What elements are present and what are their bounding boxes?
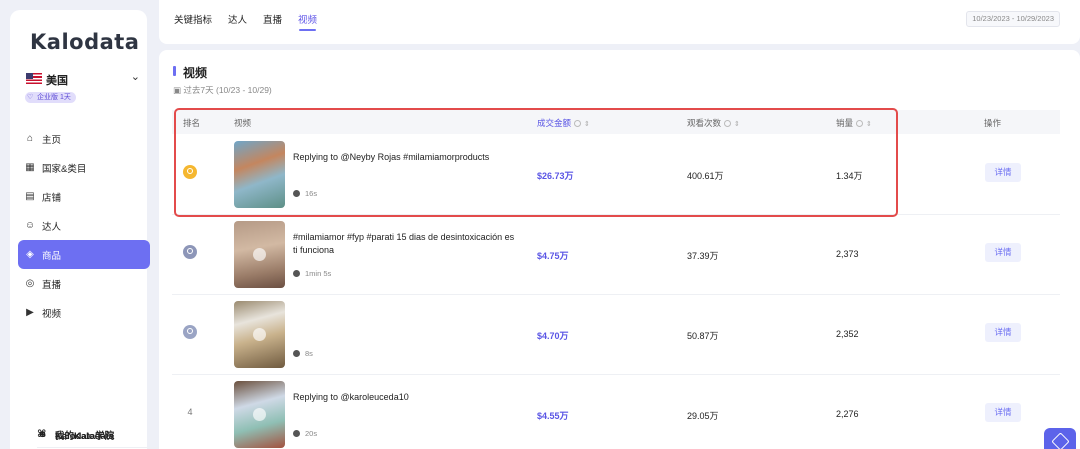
us-flag-icon	[26, 73, 42, 84]
duration-text: 1min 5s	[305, 269, 332, 278]
gmv-value: $4.55万	[537, 411, 569, 421]
video-title[interactable]: Replying to @karoleuceda10	[293, 391, 515, 404]
gmv-value: $4.70万	[537, 331, 569, 341]
clock-icon	[293, 270, 300, 277]
silver-medal-icon	[183, 245, 197, 259]
header-action: 操作	[984, 118, 1002, 128]
sales-value: 2,373	[836, 249, 859, 259]
bronze-medal-icon	[183, 325, 197, 339]
duration-text: 20s	[305, 429, 318, 438]
detail-button[interactable]: 详情	[985, 243, 1021, 262]
video-thumbnail[interactable]	[234, 381, 285, 448]
home-icon: ⌂	[26, 133, 34, 144]
sales-value: 2,352	[836, 329, 859, 339]
region-selector[interactable]: 美国 ⌄	[26, 71, 140, 90]
academy-icon: ⌘	[37, 429, 47, 440]
video-duration: 8s	[293, 349, 313, 358]
sidebar-item-label: 视频	[42, 308, 62, 320]
section-title: 视频	[173, 64, 207, 81]
period-text: 过去7天 (10/23 - 10/29)	[183, 85, 272, 95]
views-value: 37.39万	[687, 251, 719, 261]
chevron-down-icon: ⌄	[130, 71, 140, 83]
detail-button[interactable]: 详情	[985, 403, 1021, 422]
sidebar: Kalodata 美国 ⌄ 企业版 1天 ⌂ 主页 ▦ 国家&类目 ▤ 店铺 ☺…	[10, 10, 925, 449]
sidebar-item-creator[interactable]: ☺ 达人	[18, 211, 150, 240]
duration-text: 8s	[305, 349, 313, 358]
video-thumbnail[interactable]	[234, 301, 285, 368]
sidebar-item-product[interactable]: ◈ 商品	[18, 240, 150, 269]
tab-creators[interactable]: 达人	[228, 12, 247, 26]
tab-videos[interactable]: 视频	[298, 12, 317, 31]
views-value: 29.05万	[687, 411, 719, 421]
rank-number: 4	[187, 407, 193, 417]
date-range-picker[interactable]: 10/23/2023 - 10/29/2023	[966, 11, 1060, 27]
box-icon: ◈	[26, 249, 34, 260]
tab-live[interactable]: 直播	[263, 12, 282, 26]
video-thumbnail[interactable]	[234, 221, 285, 288]
edition-badge: 企业版 1天	[25, 92, 76, 103]
sidebar-item-home[interactable]: ⌂ 主页	[18, 124, 150, 153]
floating-cube-button[interactable]	[1044, 428, 1076, 449]
top-tab-bar: 关键指标 达人 直播 视频 10/23/2023 - 10/29/2023	[159, 0, 1080, 44]
clock-icon	[293, 350, 300, 357]
sidebar-item-video[interactable]: ▶ 视频	[18, 298, 150, 327]
sidebar-item-label: Kalodata学院	[55, 430, 115, 442]
detail-button[interactable]: 详情	[985, 163, 1021, 182]
video-title[interactable]: #milamiamor #fyp #parati 15 dias de desi…	[293, 231, 515, 257]
sidebar-nav: ⌂ 主页 ▦ 国家&类目 ▤ 店铺 ☺ 达人 ◈ 商品 ◎ 直播 ▶ 视频	[18, 124, 150, 327]
play-icon	[253, 328, 266, 341]
calendar-icon: ▣	[173, 85, 184, 95]
tab-key-metrics[interactable]: 关键指标	[174, 12, 212, 26]
views-value: 50.87万	[687, 331, 719, 341]
clock-icon	[293, 430, 300, 437]
table-row[interactable]: #milamiamor #fyp #parati 15 dias de desi…	[172, 215, 1060, 295]
live-icon: ◎	[25, 278, 35, 289]
sales-value: 2,276	[836, 409, 859, 419]
detail-button[interactable]: 详情	[985, 323, 1021, 342]
play-icon	[253, 408, 266, 421]
video-duration: 1min 5s	[293, 269, 331, 278]
building-icon: ▦	[25, 162, 35, 173]
sidebar-item-label: 店铺	[42, 192, 62, 204]
table-row[interactable]: 8s $4.70万 50.87万 2,352 详情	[172, 295, 1060, 375]
sidebar-item-store[interactable]: ▤ 店铺	[18, 182, 150, 211]
period-label: ▣ 过去7天 (10/23 - 10/29)	[173, 84, 272, 96]
video-duration: 20s	[293, 429, 317, 438]
creator-icon: ☺	[24, 220, 36, 231]
gmv-value: $4.75万	[537, 251, 569, 261]
video-icon: ▶	[26, 307, 34, 318]
sidebar-item-label: 国家&类目	[42, 163, 87, 175]
sidebar-item-label: 直播	[42, 279, 62, 291]
region-label: 美国	[46, 75, 68, 87]
logo[interactable]: Kalodata	[30, 30, 139, 54]
sidebar-item-live[interactable]: ◎ 直播	[18, 269, 150, 298]
store-icon: ▤	[25, 191, 35, 202]
table-row[interactable]: 4 Replying to @karoleuceda10 20s $4.55万 …	[172, 375, 1060, 449]
sidebar-item-label: 商品	[42, 250, 62, 262]
sidebar-item-country-category[interactable]: ▦ 国家&类目	[18, 153, 150, 182]
highlight-box	[174, 108, 898, 217]
tab-list: 关键指标 达人 直播 视频	[174, 12, 333, 31]
play-icon	[253, 248, 266, 261]
sidebar-item-label: 达人	[42, 221, 62, 233]
sidebar-item-label: 主页	[42, 134, 62, 146]
